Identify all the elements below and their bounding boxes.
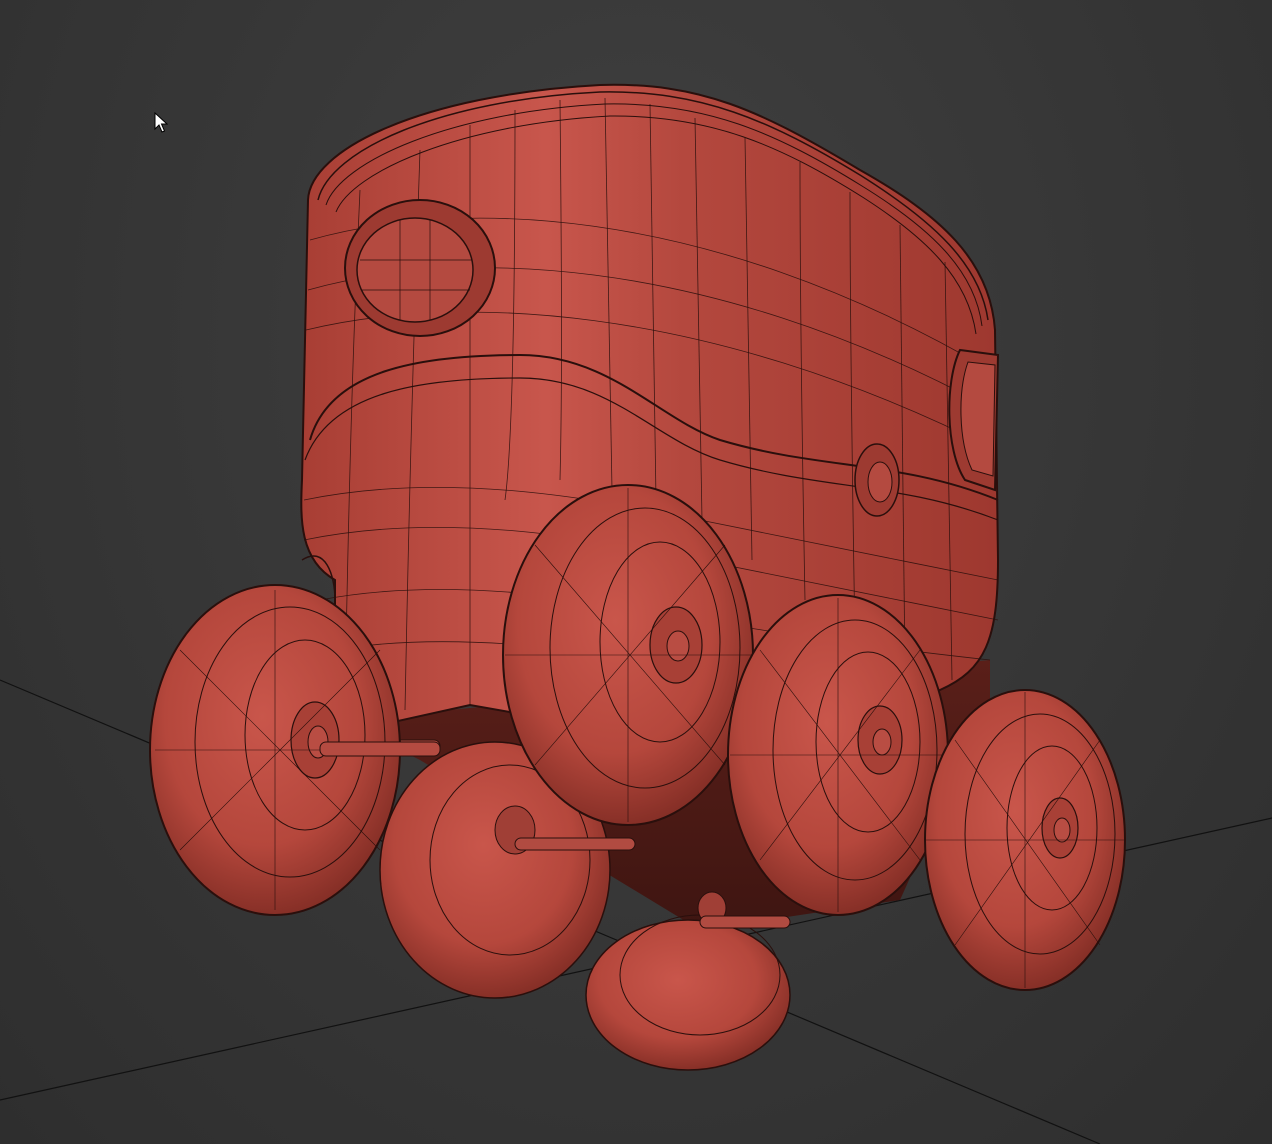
viewport-scene xyxy=(0,83,1272,1144)
3d-viewport[interactable] xyxy=(0,0,1272,1144)
wheel-rear-right xyxy=(924,689,1126,991)
arrow-cursor-icon xyxy=(154,112,168,133)
wheel-front-right xyxy=(727,594,949,916)
body-window-left xyxy=(344,199,496,337)
front-axle xyxy=(319,741,441,757)
wheel-front-center xyxy=(502,484,754,826)
body-sensor xyxy=(854,443,900,517)
